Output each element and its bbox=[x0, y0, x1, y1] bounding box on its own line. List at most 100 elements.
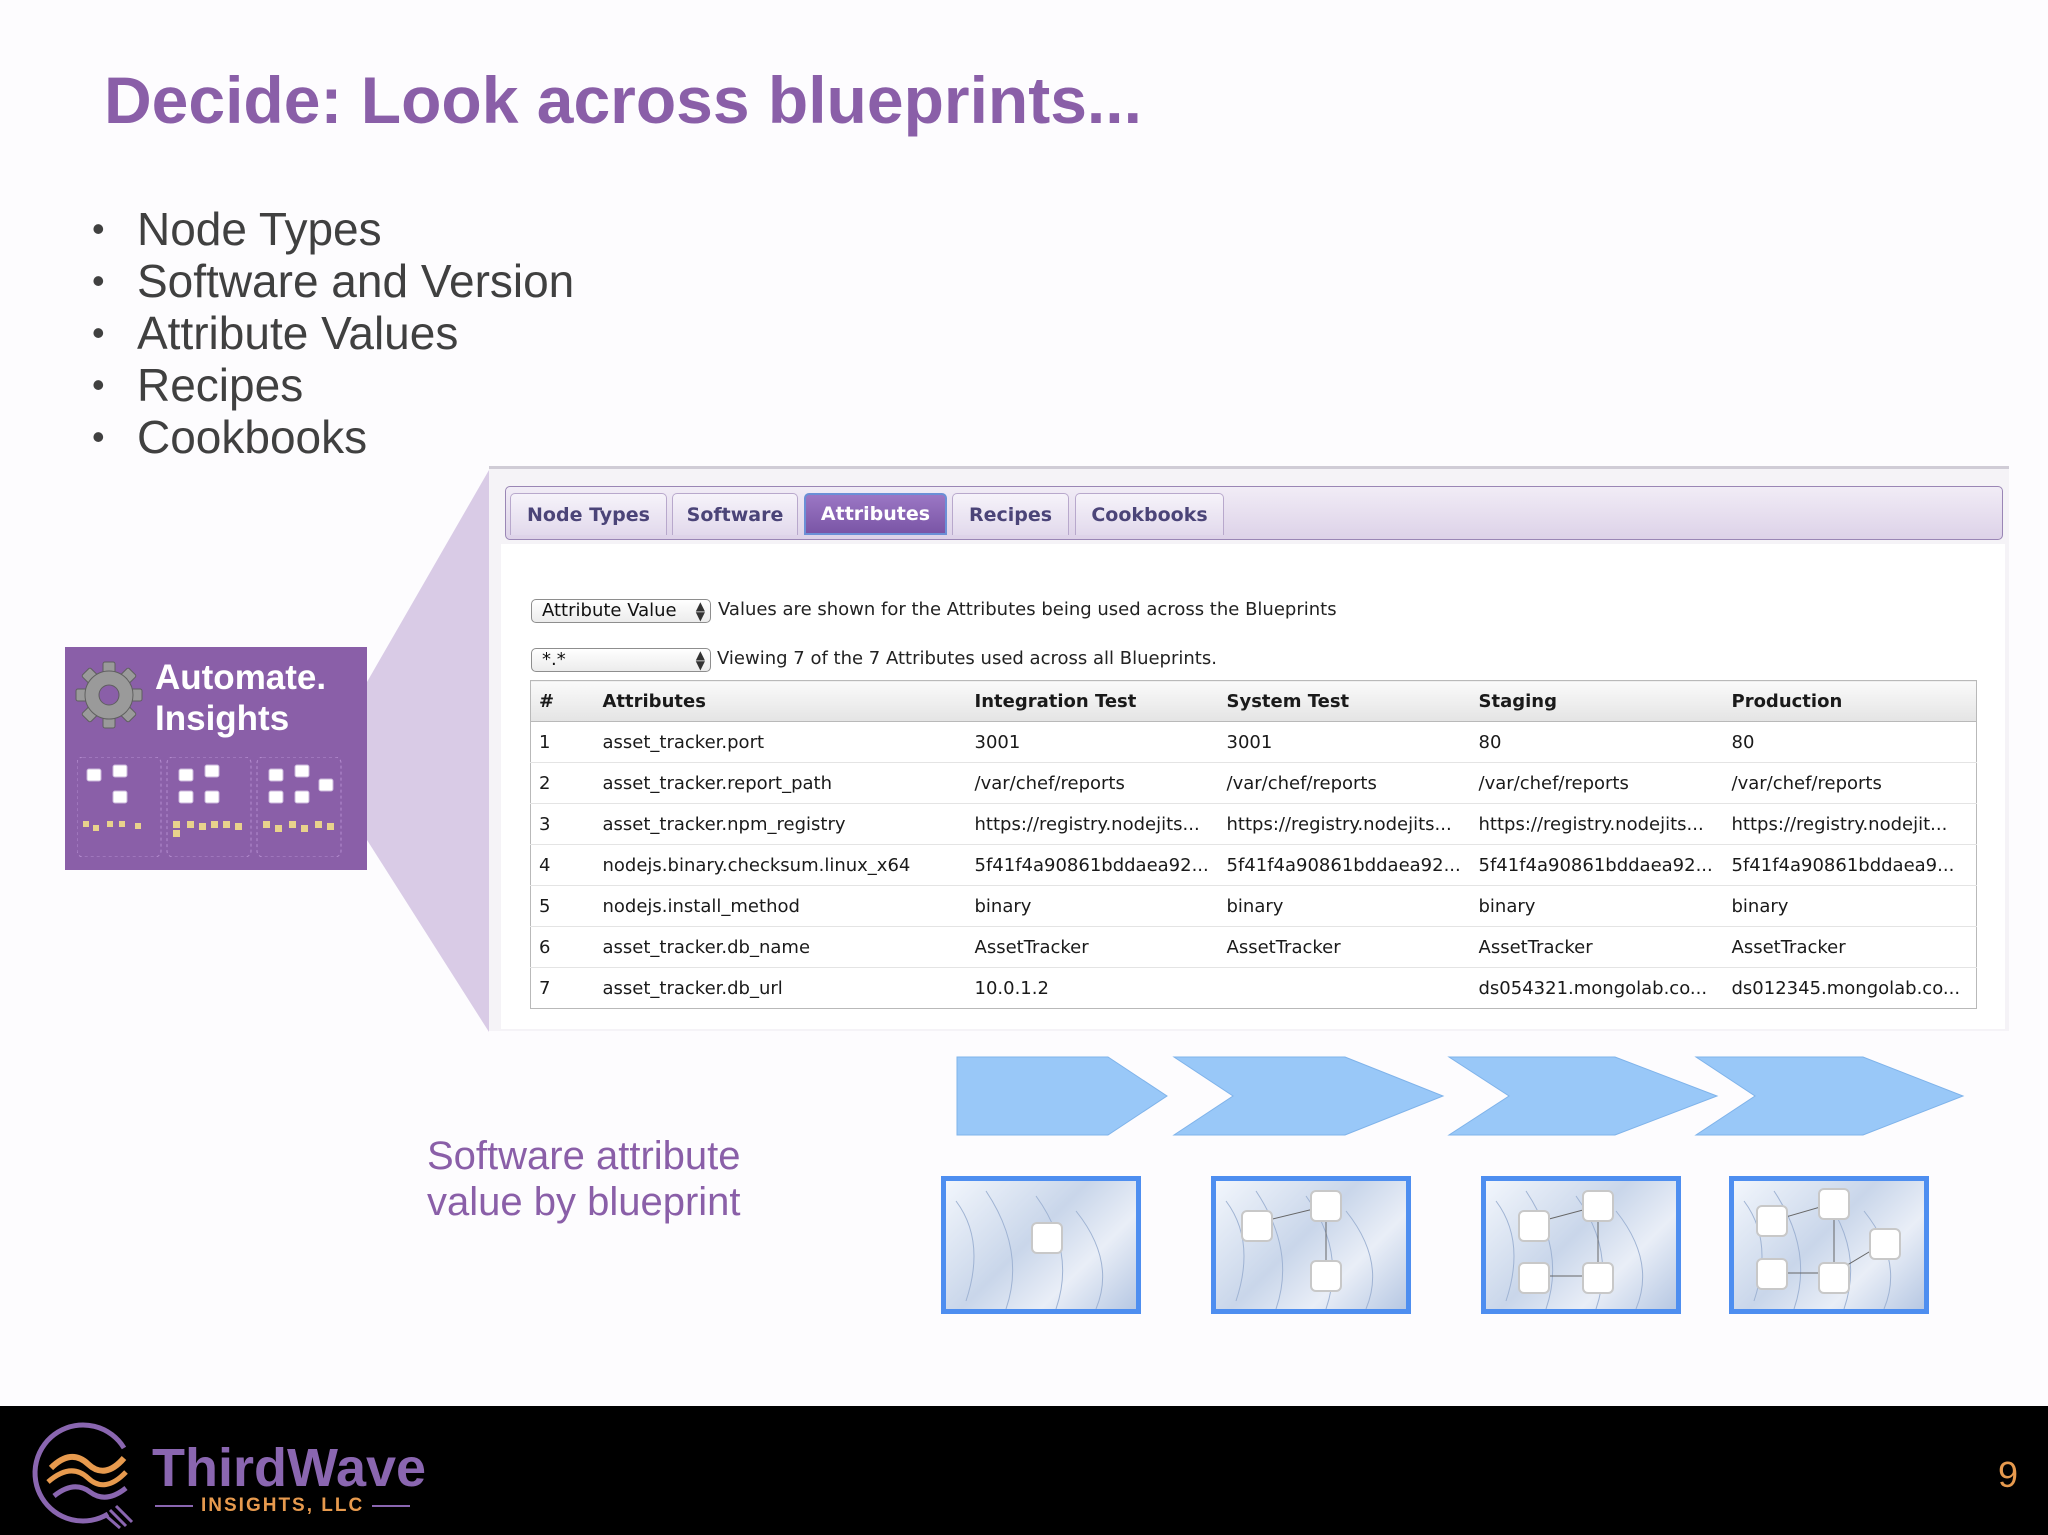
table-cell: https://registry.nodejits... bbox=[1218, 803, 1471, 845]
table-cell: asset_tracker.npm_registry bbox=[594, 803, 967, 845]
table-cell: /var/chef/reports bbox=[966, 762, 1219, 804]
caption-line-1: Software attribute bbox=[427, 1134, 741, 1178]
thirdwave-logo-icon bbox=[32, 1422, 134, 1530]
blueprint-thumbnail[interactable] bbox=[1729, 1176, 1929, 1314]
table-cell: AssetTracker bbox=[1723, 926, 1977, 968]
pipeline-arrows bbox=[956, 1056, 1965, 1136]
table-cell: AssetTracker bbox=[1218, 926, 1471, 968]
tab-node-types[interactable]: Node Types bbox=[510, 493, 667, 535]
pipeline-arrow bbox=[1447, 1056, 1719, 1136]
value-mode-select-value: Attribute Value bbox=[542, 600, 677, 621]
column-header-integration-test[interactable]: Integration Test bbox=[966, 680, 1219, 722]
bullet-item: Attribute Values bbox=[92, 307, 574, 359]
bullet-item: Cookbooks bbox=[92, 411, 574, 463]
table-cell: 5f41f4a90861bddaea9... bbox=[1723, 844, 1977, 886]
table-cell: 4 bbox=[530, 844, 595, 886]
brand-name: ThirdWave bbox=[152, 1440, 426, 1496]
divider bbox=[155, 1505, 193, 1507]
blueprint-image bbox=[1495, 1190, 1644, 1309]
table-cell: 3 bbox=[530, 803, 595, 845]
blueprint-image bbox=[1225, 1190, 1374, 1309]
table-cell: AssetTracker bbox=[966, 926, 1219, 968]
automate-insights-badge: Automate. Insights bbox=[65, 647, 367, 870]
table-cell: asset_tracker.db_url bbox=[594, 967, 967, 1009]
value-mode-note: Values are shown for the Attributes bein… bbox=[718, 599, 1337, 620]
table-cell: /var/chef/reports bbox=[1470, 762, 1724, 804]
table-cell: nodejs.install_method bbox=[594, 885, 967, 927]
select-arrows-icon: ▲ ▼ bbox=[695, 648, 705, 672]
table-cell: 3001 bbox=[966, 721, 1219, 763]
table-header-row: # Attributes Integration Test System Tes… bbox=[530, 680, 1977, 722]
table-cell: 3001 bbox=[1218, 721, 1471, 763]
table-row[interactable]: 6 asset_tracker.db_name AssetTracker AssetT… bbox=[530, 926, 1977, 968]
attributes-table: # Attributes Integration Test System Tes… bbox=[530, 680, 1977, 1009]
column-header-number[interactable]: # bbox=[530, 680, 595, 722]
table-cell: binary bbox=[966, 885, 1219, 927]
attribute-filter-select[interactable]: *.* ▲ ▼ bbox=[531, 648, 711, 672]
bullet-list: Node Types Software and Version Attribut… bbox=[92, 203, 574, 463]
blueprint-image bbox=[955, 1190, 1104, 1309]
table-cell: binary bbox=[1218, 885, 1471, 927]
badge-line-2: Insights bbox=[155, 699, 290, 738]
badge-line-1: Automate. bbox=[155, 658, 327, 697]
bullet-item: Software and Version bbox=[92, 255, 574, 307]
select-arrows-icon: ▲ ▼ bbox=[695, 599, 705, 623]
column-header-staging[interactable]: Staging bbox=[1470, 680, 1724, 722]
table-cell: ds054321.mongolab.co... bbox=[1470, 967, 1724, 1009]
table-cell: 2 bbox=[530, 762, 595, 804]
blueprint-thumbnail[interactable] bbox=[1481, 1176, 1681, 1314]
brand-subtitle-row: INSIGHTS, LLC bbox=[155, 1495, 411, 1517]
blueprint-image bbox=[1743, 1188, 1901, 1309]
table-cell: 80 bbox=[1470, 721, 1724, 763]
value-mode-select[interactable]: Attribute Value ▲ ▼ bbox=[531, 599, 711, 623]
attribute-filter-select-value: *.* bbox=[542, 649, 566, 670]
blueprint-thumbnail[interactable] bbox=[941, 1176, 1141, 1314]
caption-line-2: value by blueprint bbox=[427, 1180, 741, 1224]
table-row[interactable]: 4 nodejs.binary.checksum.linux_x64 5f41f4a… bbox=[530, 844, 1977, 886]
table-row[interactable]: 2 asset_tracker.report_path/var/chef/repo… bbox=[530, 762, 1977, 804]
table-cell: https://registry.nodejit... bbox=[1723, 803, 1977, 845]
bullet-item: Node Types bbox=[92, 203, 574, 255]
column-header-production[interactable]: Production bbox=[1723, 680, 1977, 722]
column-header-system-test[interactable]: System Test bbox=[1218, 680, 1471, 722]
table-cell: 80 bbox=[1723, 721, 1977, 763]
table-cell: binary bbox=[1470, 885, 1724, 927]
tab-software[interactable]: Software bbox=[672, 493, 798, 535]
table-cell: nodejs.binary.checksum.linux_x64 bbox=[594, 844, 967, 886]
pipeline-arrow bbox=[1694, 1056, 1965, 1136]
brand-name-part1: Third bbox=[152, 1438, 287, 1498]
table-row[interactable]: 7 asset_tracker.db_url 10.0.1.2 ds054321.mo… bbox=[530, 967, 1977, 1009]
pipeline-arrow bbox=[956, 1056, 1168, 1136]
table-cell: asset_tracker.db_name bbox=[594, 926, 967, 968]
slide-title: Decide: Look across blueprints... bbox=[104, 63, 1142, 137]
table-cell: 6 bbox=[530, 926, 595, 968]
table-row[interactable]: 5 nodejs.install_method binary binary binary… bbox=[530, 885, 1977, 927]
table-cell: 5 bbox=[530, 885, 595, 927]
page-number: 9 bbox=[1997, 1454, 2018, 1495]
tab-attributes[interactable]: Attributes bbox=[804, 493, 947, 535]
blueprint-thumbnail[interactable] bbox=[1211, 1176, 1411, 1314]
table-cell: https://registry.nodejits... bbox=[966, 803, 1219, 845]
table-cell: 5f41f4a90861bddaea92... bbox=[1218, 844, 1471, 886]
table-cell: 10.0.1.2 bbox=[966, 967, 1219, 1009]
brand-subtitle: INSIGHTS, LLC bbox=[201, 1495, 365, 1516]
table-cell: 7 bbox=[530, 967, 595, 1009]
tab-bar: Node Types Software Attributes Recipes C… bbox=[505, 486, 2003, 540]
column-header-attributes[interactable]: Attributes bbox=[594, 680, 967, 722]
divider bbox=[372, 1505, 411, 1507]
table-cell: asset_tracker.report_path bbox=[594, 762, 967, 804]
table-cell: binary bbox=[1723, 885, 1977, 927]
table-cell: asset_tracker.port bbox=[594, 721, 967, 763]
table-cell bbox=[1218, 967, 1471, 1009]
pipeline-arrow bbox=[1172, 1056, 1445, 1136]
table-cell: /var/chef/reports bbox=[1218, 762, 1471, 804]
table-row[interactable]: 1 asset_tracker.port 3001 3001 80 80 bbox=[530, 721, 1977, 763]
table-cell: 5f41f4a90861bddaea92... bbox=[1470, 844, 1724, 886]
table-cell: /var/chef/reports bbox=[1723, 762, 1977, 804]
table-row[interactable]: 3 asset_tracker.npm_registry https://regis… bbox=[530, 803, 1977, 845]
table-cell: 5f41f4a90861bddaea92... bbox=[966, 844, 1219, 886]
tab-recipes[interactable]: Recipes bbox=[952, 493, 1069, 535]
tab-cookbooks[interactable]: Cookbooks bbox=[1075, 493, 1224, 535]
brand-name-part2: Wave bbox=[286, 1438, 427, 1498]
attribute-count-note: Viewing 7 of the 7 Attributes used acros… bbox=[717, 648, 1217, 669]
